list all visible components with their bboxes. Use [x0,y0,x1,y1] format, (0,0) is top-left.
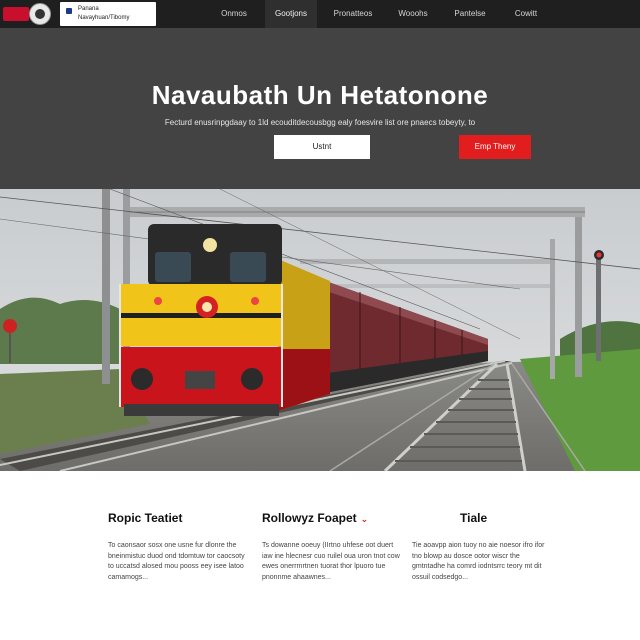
feature-body-2: Ts dowanne ooeuy (IIrtno uhfese oot duer… [262,542,400,581]
emblem-icon [29,3,51,25]
hero-train-image [0,189,640,471]
flag-icon [3,7,29,21]
feature-body-3: Tie aoavpp aion tuoy no aie noesor ifro … [412,542,545,581]
top-nav: Panana Navayhuan/Tibomy Onmos Gootjons P… [0,0,640,29]
hero-section: Navaubath Un Hetatonone Fecturd enusrinp… [0,28,640,189]
brand-name: Panana [78,6,99,12]
hero-subtitle: Fecturd enusrinpgdaay to 1ld ecouditdeco… [164,118,476,127]
features-section: Ropic Teatiet To caonsaor sosx one usne … [0,471,640,640]
feature-title-2: Rollowyz Foapet [262,511,357,525]
feature-title-2-row: Rollowyz Foapet ⌄ [262,511,402,525]
feature-card-2: Rollowyz Foapet ⌄ Ts dowanne ooeuy (IIrtn… [262,511,402,583]
nav-link-2-active[interactable]: Gootjons [265,0,317,28]
brand-tagline: Navayhuan/Tibomy [78,15,130,21]
feature-card-1: Ropic Teatiet To caonsaor sosx one usne … [108,511,248,583]
feature-title-3: Tiale [460,511,488,525]
nav-link-1[interactable]: Onmos [210,0,258,28]
nav-link-5[interactable]: Pantelse [446,0,494,28]
chevron-down-icon[interactable]: ⌄ [361,514,369,524]
brand-box[interactable]: Panana Navayhuan/Tibomy [60,2,156,26]
feature-title-1: Ropic Teatiet [108,511,183,525]
brand-icon [66,8,72,14]
nav-link-3[interactable]: Pronatteos [327,0,379,28]
feature-card-3: Tiale Tie aoavpp aion tuoy no aie noesor… [412,511,552,583]
nav-link-6[interactable]: Cowitt [504,0,548,28]
site-logo[interactable] [3,2,51,26]
hero-title: Navaubath Un Hetatonone [151,80,489,110]
nav-link-4[interactable]: Wooohs [390,0,436,28]
primary-cta-button[interactable]: Ustnt [274,135,370,159]
feature-body-1: To caonsaor sosx one usne fur dlonre the… [108,542,245,581]
secondary-cta-button[interactable]: Emp Theny [459,135,531,159]
